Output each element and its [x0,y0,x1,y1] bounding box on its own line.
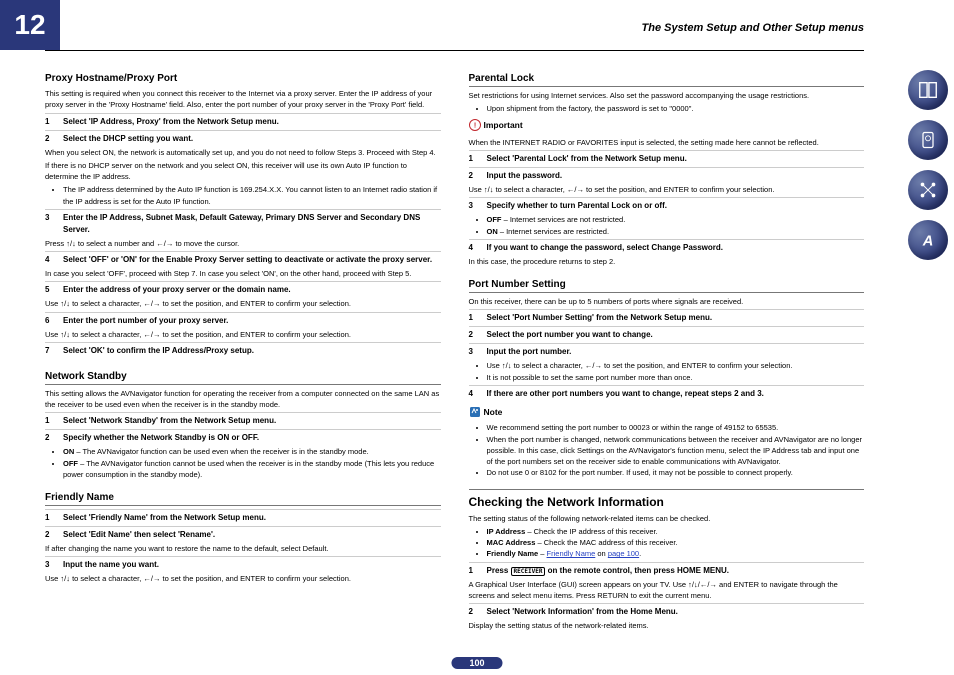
proxy-step5-note: Use ↑/↓ to select a character, ←/→ to se… [45,298,441,309]
port-step3-bullet1: Use ↑/↓ to select a character, ←/→ to se… [487,360,865,371]
friendly-step2: Select 'Edit Name' then select 'Rename'. [63,529,215,541]
svg-text:A: A [922,234,934,250]
parental-bullet-off: OFF – Internet services are not restrict… [487,214,865,225]
proxy-step2-note1: When you select ON, the network is autom… [45,147,441,158]
chapter-number-badge: 12 [0,0,60,50]
proxy-step1: Select 'IP Address, Proxy' from the Netw… [63,116,279,128]
network-icon[interactable] [908,170,948,210]
parental-step3: Specify whether to turn Parental Lock on… [487,200,667,212]
port-step3-bullet2: It is not possible to set the same port … [487,372,865,383]
port-heading: Port Number Setting [469,277,865,293]
page-content: Proxy Hostname/Proxy Port This setting i… [45,65,864,635]
standby-bullet-on: ON – The AVNavigator function can be use… [63,446,441,457]
netinfo-heading: Checking the Network Information [469,489,865,511]
note-callout: Note [469,406,503,419]
proxy-step3-note: Press ↑/↓ to select a number and ←/→ to … [45,238,441,249]
netinfo-step1: Press RECEIVER on the remote control, th… [487,565,730,577]
parental-step2-note: Use ↑/↓ to select a character, ←/→ to se… [469,184,865,195]
standby-bullet-off: OFF – The AVNavigator function cannot be… [63,458,441,481]
proxy-step4: Select 'OFF' or 'ON' for the Enable Prox… [63,254,432,266]
port-note3: Do not use 0 or 8102 for the port number… [487,467,865,478]
device-icon[interactable] [908,120,948,160]
netinfo-intro: The setting status of the following netw… [469,513,865,524]
proxy-step6-note: Use ↑/↓ to select a character, ←/→ to se… [45,329,441,340]
parental-step4: If you want to change the password, sele… [487,242,724,254]
proxy-step3: Enter the IP Address, Subnet Mask, Defau… [63,212,441,236]
book-icon[interactable] [908,70,948,110]
friendly-name-link[interactable]: Friendly Name [547,549,596,558]
parental-step4-note: In this case, the procedure returns to s… [469,256,865,267]
port-step4: If there are other port numbers you want… [487,388,764,400]
netinfo-step1-note: A Graphical User Interface (GUI) screen … [469,579,865,602]
standby-step1: Select 'Network Standby' from the Networ… [63,415,276,427]
parental-intro: Set restrictions for using Internet serv… [469,90,865,101]
side-nav: A [908,70,948,260]
proxy-step4-note: In case you select 'OFF', proceed with S… [45,268,441,279]
proxy-step7: Select 'OK' to confirm the IP Address/Pr… [63,345,254,357]
page-link[interactable]: page 100 [608,549,639,558]
port-note1: We recommend setting the port number to … [487,422,865,433]
parental-step1: Select 'Parental Lock' from the Network … [487,153,687,165]
header-rule [45,50,864,51]
svg-text:!: ! [473,122,475,129]
proxy-step2-bullet: The IP address determined by the Auto IP… [63,184,441,207]
proxy-step2-note2: If there is no DHCP server on the networ… [45,160,441,183]
friendly-step3-note: Use ↑/↓ to select a character, ←/→ to se… [45,573,441,584]
proxy-intro: This setting is required when you connec… [45,88,441,111]
standby-intro: This setting allows the AVNavigator func… [45,388,441,411]
left-column: Proxy Hostname/Proxy Port This setting i… [45,65,441,635]
parental-default-pw: Upon shipment from the factory, the pass… [487,103,865,114]
friendly-heading: Friendly Name [45,490,441,506]
note-icon [469,406,481,418]
netinfo-ip: IP Address – Check the IP address of thi… [487,526,865,537]
standby-heading: Network Standby [45,369,441,385]
parental-bullet-on: ON – Internet services are restricted. [487,226,865,237]
proxy-heading: Proxy Hostname/Proxy Port [45,71,441,86]
appendix-icon[interactable]: A [908,220,948,260]
netinfo-step2-note: Display the setting status of the networ… [469,620,865,631]
proxy-step5: Enter the address of your proxy server o… [63,284,291,296]
right-column: Parental Lock Set restrictions for using… [469,65,865,635]
parental-heading: Parental Lock [469,71,865,87]
important-callout: ! Important [469,119,523,132]
friendly-step3: Input the name you want. [63,559,159,571]
netinfo-step2: Select 'Network Information' from the Ho… [487,606,678,618]
parental-step2: Input the password. [487,170,563,182]
page-number-badge: 100 [451,657,502,669]
proxy-step2: Select the DHCP setting you want. [63,133,193,145]
netinfo-mac: MAC Address – Check the MAC address of t… [487,537,865,548]
important-icon: ! [469,119,481,131]
proxy-step6: Enter the port number of your proxy serv… [63,315,228,327]
port-step3: Input the port number. [487,346,572,358]
netinfo-friendly: Friendly Name – Friendly Name on page 10… [487,548,865,559]
port-intro: On this receiver, there can be up to 5 n… [469,296,865,307]
port-step1: Select 'Port Number Setting' from the Ne… [487,312,713,324]
receiver-button-glyph: RECEIVER [511,567,546,576]
important-text: When the INTERNET RADIO or FAVORITES inp… [469,137,865,148]
standby-step2: Specify whether the Network Standby is O… [63,432,259,444]
breadcrumb: The System Setup and Other Setup menus [642,22,865,34]
friendly-step1: Select 'Friendly Name' from the Network … [63,512,266,524]
friendly-step2-note: If after changing the name you want to r… [45,543,441,554]
port-step2: Select the port number you want to chang… [487,329,653,341]
port-note2: When the port number is changed, network… [487,434,865,468]
